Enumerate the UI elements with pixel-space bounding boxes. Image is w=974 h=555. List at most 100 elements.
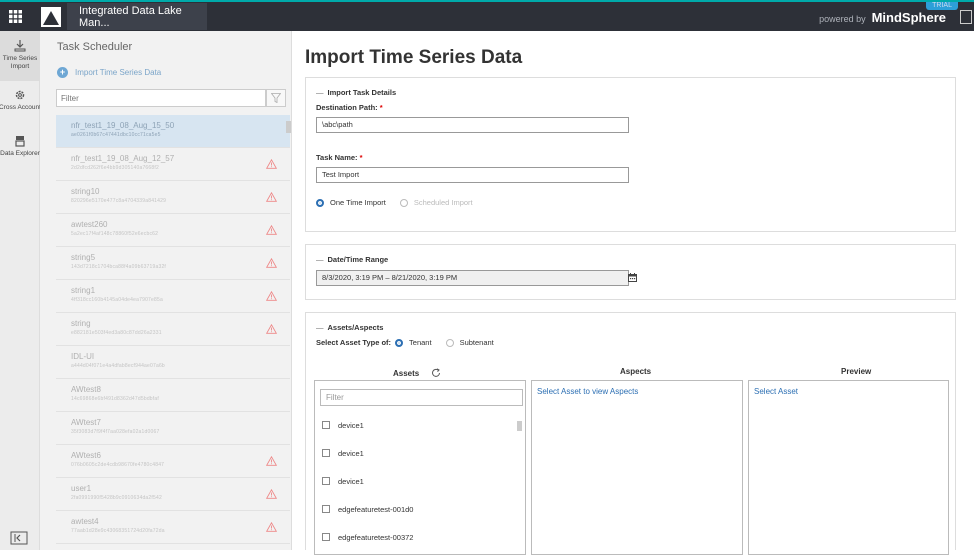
tenant-radio[interactable] [395,338,404,347]
task-name: awtest260 [71,220,108,229]
asset-name: device1 [338,420,364,430]
task-name: string10 [71,187,100,196]
app-tab[interactable]: Integrated Data Lake Man... [67,3,207,30]
asset-item[interactable]: edgefeaturetest-00372 [315,523,525,551]
subtenant-label: Subtenant [459,338,494,347]
nav-cross-account[interactable]: Cross Account [0,81,41,127]
task-row[interactable]: string10 820296e5170e477c8a4704339a841429 [56,181,290,214]
assets-panel: Filter device1 device1 device1 edgefeaturet… [314,380,526,555]
asset-item[interactable]: device1 [315,411,525,439]
task-row[interactable]: string1 4ff318cc160b4145a04de4ea7907e85a [56,280,290,313]
nav-cross-account-label: Cross Account [0,104,41,111]
warning-icon [266,258,277,268]
task-name: AWtest8 [71,385,101,394]
import-time-series-link[interactable]: + Import Time Series Data [57,67,291,78]
warning-icon [266,489,277,499]
task-name: IDL-UI [71,352,95,361]
warning-icon [266,324,277,334]
asset-list: device1 device1 device1 edgefeaturetest-001… [315,411,525,551]
task-row[interactable]: user1 2fa0991990f5428b9c0910634da2f542 [56,478,290,511]
one-time-import-radio[interactable] [316,198,324,207]
warning-icon [266,522,277,532]
task-name: awtest4 [71,517,99,526]
task-id: 2fa0991990f5428b9c0910634da2f542 [71,495,162,501]
filter-button[interactable] [266,89,286,107]
task-row[interactable]: string e882181e503f4ed3a80c87dd26a2331 [56,313,290,346]
import-icon [14,40,26,52]
nav-data-explorer[interactable]: Data Explorer [0,127,40,173]
task-row[interactable]: awtest260 5a2ec17f4af148c78860f52e6ecbc62 [56,214,290,247]
date-time-range-heading: — Date/Time Range [316,255,389,264]
task-filter-input[interactable] [56,89,266,107]
preview-panel: Select Asset [748,380,949,555]
task-row[interactable]: awtest33b1e9e0ac4a24a6586e0cba2b4c4aa11 [56,544,290,550]
task-row[interactable]: awtest4 77aab1d28e9c43068351724d20fa72da [56,511,290,544]
task-name: nfr_test1_19_08_Aug_15_50 [71,121,175,130]
database-icon [15,136,25,147]
assets-aspects-heading: — Assets/Aspects [316,323,384,332]
asset-item[interactable]: device1 [315,439,525,467]
task-list-scrollbar[interactable] [286,121,291,133]
warning-icon [266,291,277,301]
main-content: Import Time Series Data — Import Task Det… [292,31,974,555]
task-id: 5a2ec17f4af148c78860f52e6ecbc62 [71,231,159,237]
refresh-icon[interactable] [431,368,441,378]
scheduled-import-label: Scheduled Import [413,198,473,207]
user-menu-icon[interactable] [960,9,972,24]
asset-checkbox[interactable] [322,505,330,513]
import-task-details-heading: — Import Task Details [316,88,397,97]
task-row[interactable]: IDL-UI a444d04f071e4a4dfab8ecf944ae07a6b [56,346,290,379]
nav-time-series-import[interactable]: Time Series Import [0,31,40,81]
asset-checkbox[interactable] [322,421,330,429]
top-bar: Integrated Data Lake Man... powered by M… [0,0,974,31]
import-type-radio-group: One Time Import Scheduled Import [316,198,955,207]
task-id: 14c69868e6bf491d8362d47d5bdbfaf [71,396,159,402]
nav-time-series-import-label: Time Series Import [2,55,38,70]
asset-checkbox[interactable] [322,477,330,485]
app-launcher-button[interactable] [0,2,31,31]
date-range-input[interactable]: 8/3/2020, 3:19 PM – 8/21/2020, 3:19 PM [316,270,629,286]
task-list: nfr_test1_19_08_Aug_15_50 ae0261f0b67c474… [56,115,290,550]
task-name: user1 [71,484,92,493]
task-id: 820296e5170e477c8a4704339a841429 [71,198,167,204]
subtenant-radio[interactable] [445,338,454,347]
collapse-panel-icon[interactable] [10,531,28,545]
asset-item[interactable]: device1 [315,467,525,495]
asset-type-label: Select Asset Type of: [316,338,392,347]
task-row[interactable]: AWtest7 35f3083d7f9f4f7aa028efa02a1d0067 [56,412,290,445]
destination-path-label: Destination Path: * [316,103,383,112]
task-scheduler-panel: Task Scheduler + Import Time Series Data… [40,31,292,550]
grid-icon [9,10,22,23]
scheduled-import-radio[interactable] [399,198,408,207]
task-row[interactable]: string5 143d7218c1704bca88f4a09b63719a32f [56,247,290,280]
task-row[interactable]: nfr_test1_19_08_Aug_12_57 2d2dfcd262f6e4b… [56,148,290,181]
asset-checkbox[interactable] [322,449,330,457]
task-id: ae0261f0b67c47441dbc10cc71ca5e5 [71,132,161,138]
task-name: AWtest6 [71,451,101,460]
task-filter-row [56,89,286,107]
warning-icon [266,192,277,202]
destination-path-input[interactable]: \abc\path [316,117,629,133]
task-name: AWtest7 [71,418,101,427]
task-row[interactable]: AWtest8 14c69868e6bf491d8362d47d5bdbfaf [56,379,290,412]
trial-badge: TRIAL [926,2,958,10]
task-id: e882181e503f4ed3a80c87dd26a2331 [71,330,162,336]
powered-by-label: powered by [819,13,866,24]
left-nav-rail: Time Series Import Cross Account Data Ex… [0,31,41,550]
warning-icon [266,225,277,235]
task-name-input[interactable]: Test Import [316,167,629,183]
asset-checkbox[interactable] [322,533,330,541]
asset-item[interactable]: edgefeaturetest-001d0 [315,495,525,523]
task-row[interactable]: nfr_test1_19_08_Aug_15_50 ae0261f0b67c474… [56,115,290,148]
preview-column-heading: Preview [841,367,872,376]
nav-data-explorer-label: Data Explorer [0,150,40,157]
preview-hint: Select Asset [754,387,799,396]
task-id: 35f3083d7f9f4f7aa028efa02a1d0067 [71,429,160,435]
asset-list-scrollbar[interactable] [517,421,522,431]
import-task-details-card: — Import Task Details Destination Path: *… [305,77,956,232]
task-scheduler-title: Task Scheduler [57,41,133,53]
calendar-icon[interactable] [628,273,637,282]
assets-filter-input[interactable]: Filter [320,389,523,406]
task-row[interactable]: AWtest6 076b0605c2de4cdb98670fe4780c4847 [56,445,290,478]
task-name: string1 [71,286,96,295]
